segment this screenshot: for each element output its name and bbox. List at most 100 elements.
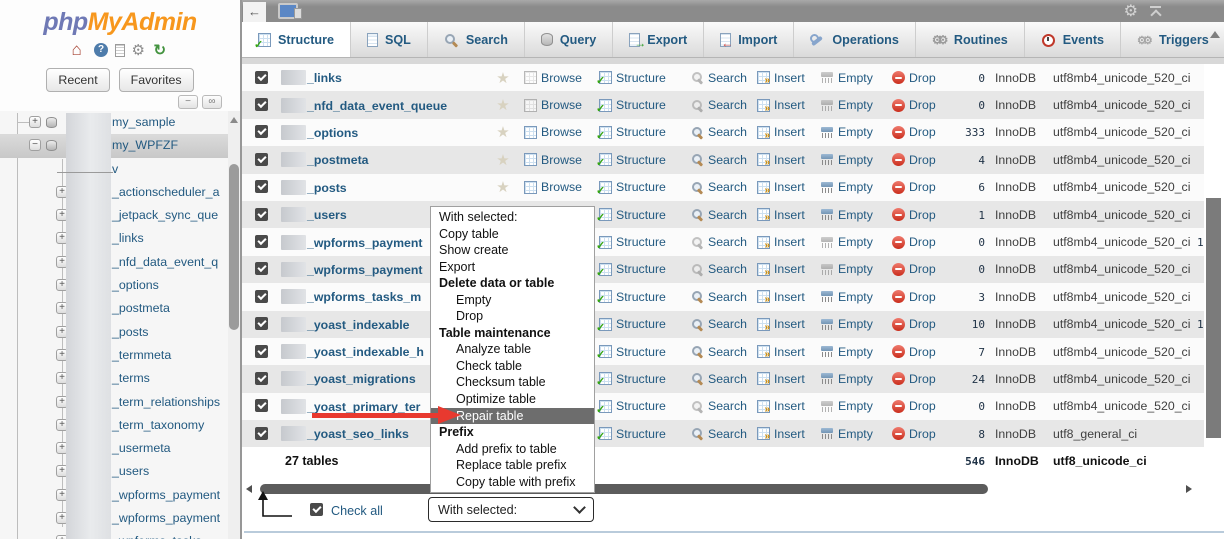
sidebar-scroll-up-icon[interactable] — [230, 117, 238, 123]
menu-item[interactable]: Drop — [431, 308, 594, 325]
structure-link[interactable]: Structure — [593, 125, 685, 142]
search-link[interactable]: Search — [685, 262, 751, 276]
structure-link[interactable]: Structure — [593, 372, 685, 389]
menu-item[interactable]: Prefix — [431, 424, 594, 441]
tree-item[interactable]: + _wpforms_payment — [0, 484, 228, 507]
search-link[interactable]: Search — [685, 153, 751, 167]
table-name-link[interactable]: _yoast_indexable — [307, 318, 410, 332]
empty-link[interactable]: Empty — [815, 427, 886, 441]
tree-item-label[interactable]: _users — [112, 460, 149, 483]
menu-item[interactable]: Export — [431, 259, 594, 276]
tab-query[interactable]: Query — [525, 22, 614, 57]
empty-link[interactable]: Empty — [815, 399, 886, 413]
empty-link[interactable]: Empty — [815, 71, 886, 85]
collapse-all-icon[interactable] — [178, 95, 198, 109]
row-checkbox[interactable] — [255, 152, 268, 166]
tab-structure[interactable]: Structure — [242, 22, 351, 57]
tree-item[interactable]: + _postmeta — [0, 297, 228, 320]
table-name-link[interactable]: _wpforms_payment — [307, 236, 423, 250]
tab-sql[interactable]: SQL — [351, 22, 428, 57]
console-icon[interactable] — [278, 3, 302, 19]
search-link[interactable]: Search — [685, 317, 751, 331]
insert-link[interactable]: Insert — [751, 153, 815, 168]
row-checkbox[interactable] — [255, 207, 268, 221]
horizontal-scrollbar-thumb[interactable] — [260, 484, 988, 494]
favorite-star-icon[interactable] — [496, 179, 509, 196]
favorites-button[interactable]: Favorites — [118, 68, 194, 92]
menu-item[interactable]: Analyze table — [431, 341, 594, 358]
table-name-link[interactable]: _wpforms_tasks_m — [307, 290, 421, 304]
menu-item[interactable]: Check table — [431, 358, 594, 375]
tree-item-label[interactable]: _postmeta — [112, 297, 170, 320]
favorite-star-icon[interactable] — [496, 124, 509, 141]
tree-item[interactable]: + _nfd_data_event_q — [0, 251, 228, 274]
documentation-icon[interactable] — [114, 44, 125, 57]
structure-link[interactable]: Structure — [593, 317, 685, 334]
structure-link[interactable]: Structure — [593, 290, 685, 307]
drop-link[interactable]: Drop — [886, 235, 938, 249]
tree-item-label[interactable]: my_sample — [112, 111, 175, 134]
tree-item[interactable]: + _wpforms_payment — [0, 507, 228, 530]
table-name-link[interactable]: _posts — [307, 181, 347, 195]
menu-item[interactable]: With selected: — [431, 209, 594, 226]
sidebar-scrollbar-thumb[interactable] — [229, 164, 239, 330]
row-checkbox[interactable] — [255, 70, 268, 84]
home-icon[interactable] — [72, 42, 87, 58]
row-checkbox[interactable] — [255, 98, 268, 112]
tab-routines[interactable]: Routines — [916, 22, 1025, 57]
structure-link[interactable]: Structure — [593, 427, 685, 444]
empty-link[interactable]: Empty — [815, 180, 886, 194]
tree-item-label[interactable]: v — [112, 158, 118, 181]
drop-link[interactable]: Drop — [886, 427, 938, 441]
row-checkbox[interactable] — [255, 317, 268, 331]
insert-link[interactable]: Insert — [751, 427, 815, 442]
scroll-right-icon[interactable] — [1186, 485, 1192, 493]
tree-item[interactable]: + my_sample — [0, 111, 228, 134]
favorite-star-icon[interactable] — [496, 70, 509, 87]
tree-item-label[interactable]: _wpforms_payment — [112, 507, 220, 530]
tree-item[interactable]: + _links — [0, 227, 228, 250]
table-name-link[interactable]: _links — [307, 71, 342, 85]
menu-item[interactable]: Show create — [431, 242, 594, 259]
recent-button[interactable]: Recent — [46, 68, 110, 92]
tree-item-label[interactable]: my_WPFZF — [112, 134, 178, 157]
structure-link[interactable]: Structure — [593, 98, 685, 115]
empty-link[interactable]: Empty — [815, 262, 886, 276]
horizontal-scrollbar[interactable] — [244, 482, 1202, 496]
structure-link[interactable]: Structure — [593, 262, 685, 279]
browse-link[interactable]: Browse — [518, 180, 593, 194]
drop-link[interactable]: Drop — [886, 208, 938, 222]
menu-item[interactable]: Delete data or table — [431, 275, 594, 292]
tree-item-label[interactable]: _options — [112, 274, 159, 297]
table-name-link[interactable]: _users — [307, 208, 347, 222]
link-panel-icon[interactable] — [202, 95, 222, 109]
empty-link[interactable]: Empty — [815, 153, 886, 167]
tree-item-label[interactable]: _jetpack_sync_que — [112, 204, 218, 227]
collapse-panel-icon[interactable] — [1150, 5, 1162, 17]
tree-item[interactable]: + _termmeta — [0, 344, 228, 367]
tree-item[interactable]: + _usermeta — [0, 437, 228, 460]
empty-link[interactable]: Empty — [815, 317, 886, 331]
search-link[interactable]: Search — [685, 372, 751, 386]
empty-link[interactable]: Empty — [815, 345, 886, 359]
favorite-star-icon[interactable] — [496, 97, 509, 114]
tree-item-label[interactable]: _term_taxonomy — [112, 414, 204, 437]
tab-events[interactable]: Events — [1025, 22, 1122, 57]
tree-item[interactable]: − my_WPFZF — [0, 134, 228, 158]
check-all-checkbox[interactable] — [310, 503, 323, 516]
table-name-link[interactable]: _postmeta — [307, 153, 369, 167]
search-link[interactable]: Search — [685, 290, 751, 304]
tree-item-label[interactable]: _links — [112, 227, 144, 250]
menu-item[interactable]: Empty — [431, 292, 594, 309]
insert-link[interactable]: Insert — [751, 399, 815, 415]
insert-link[interactable]: Insert — [751, 372, 815, 387]
tree-item-label[interactable]: _usermeta — [112, 437, 171, 460]
insert-link[interactable]: Insert — [751, 71, 815, 86]
table-name-link[interactable]: _nfd_data_event_queue — [307, 99, 447, 113]
insert-link[interactable]: Insert — [751, 345, 815, 360]
menu-item[interactable]: Checksum table — [431, 374, 594, 391]
insert-link[interactable]: Insert — [751, 235, 815, 251]
insert-link[interactable]: Insert — [751, 317, 815, 333]
structure-link[interactable]: Structure — [593, 235, 685, 252]
tree-item-label[interactable]: _term_relationships — [112, 391, 220, 414]
